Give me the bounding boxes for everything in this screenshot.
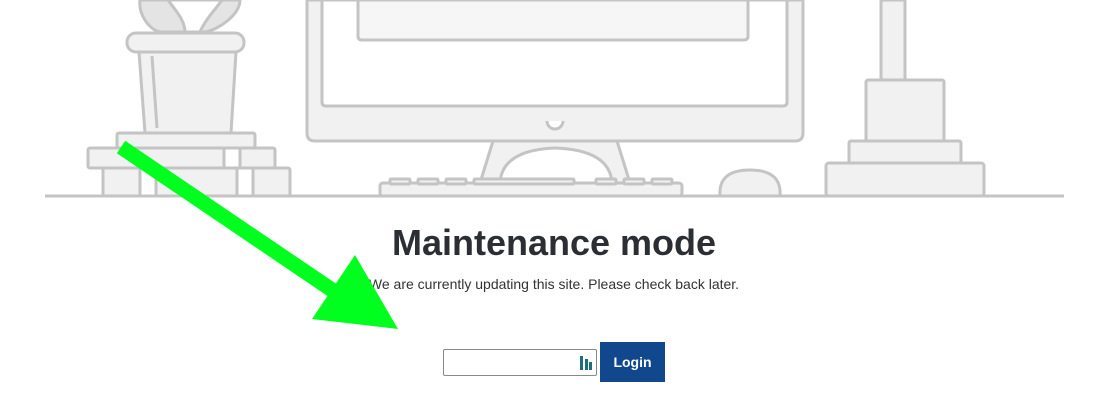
password-input[interactable] (444, 349, 596, 375)
books-illustration (86, 131, 292, 198)
login-button[interactable]: Login (600, 342, 665, 382)
maintenance-page: Maintenance mode We are currently updati… (0, 0, 1100, 419)
lamp-illustration (824, 0, 986, 198)
password-manager-icon[interactable] (580, 355, 592, 371)
monitor-illustration (305, 0, 805, 185)
keyboard-illustration (378, 177, 684, 198)
desk-illustration (45, 0, 1064, 198)
page-title: Maintenance mode (391, 222, 717, 263)
maintenance-message: We are currently updating this site. Ple… (368, 276, 740, 292)
plant-pot-illustration (125, 0, 246, 135)
password-field[interactable] (443, 348, 597, 376)
mouse-illustration (718, 168, 782, 198)
login-form: Login (443, 342, 665, 382)
